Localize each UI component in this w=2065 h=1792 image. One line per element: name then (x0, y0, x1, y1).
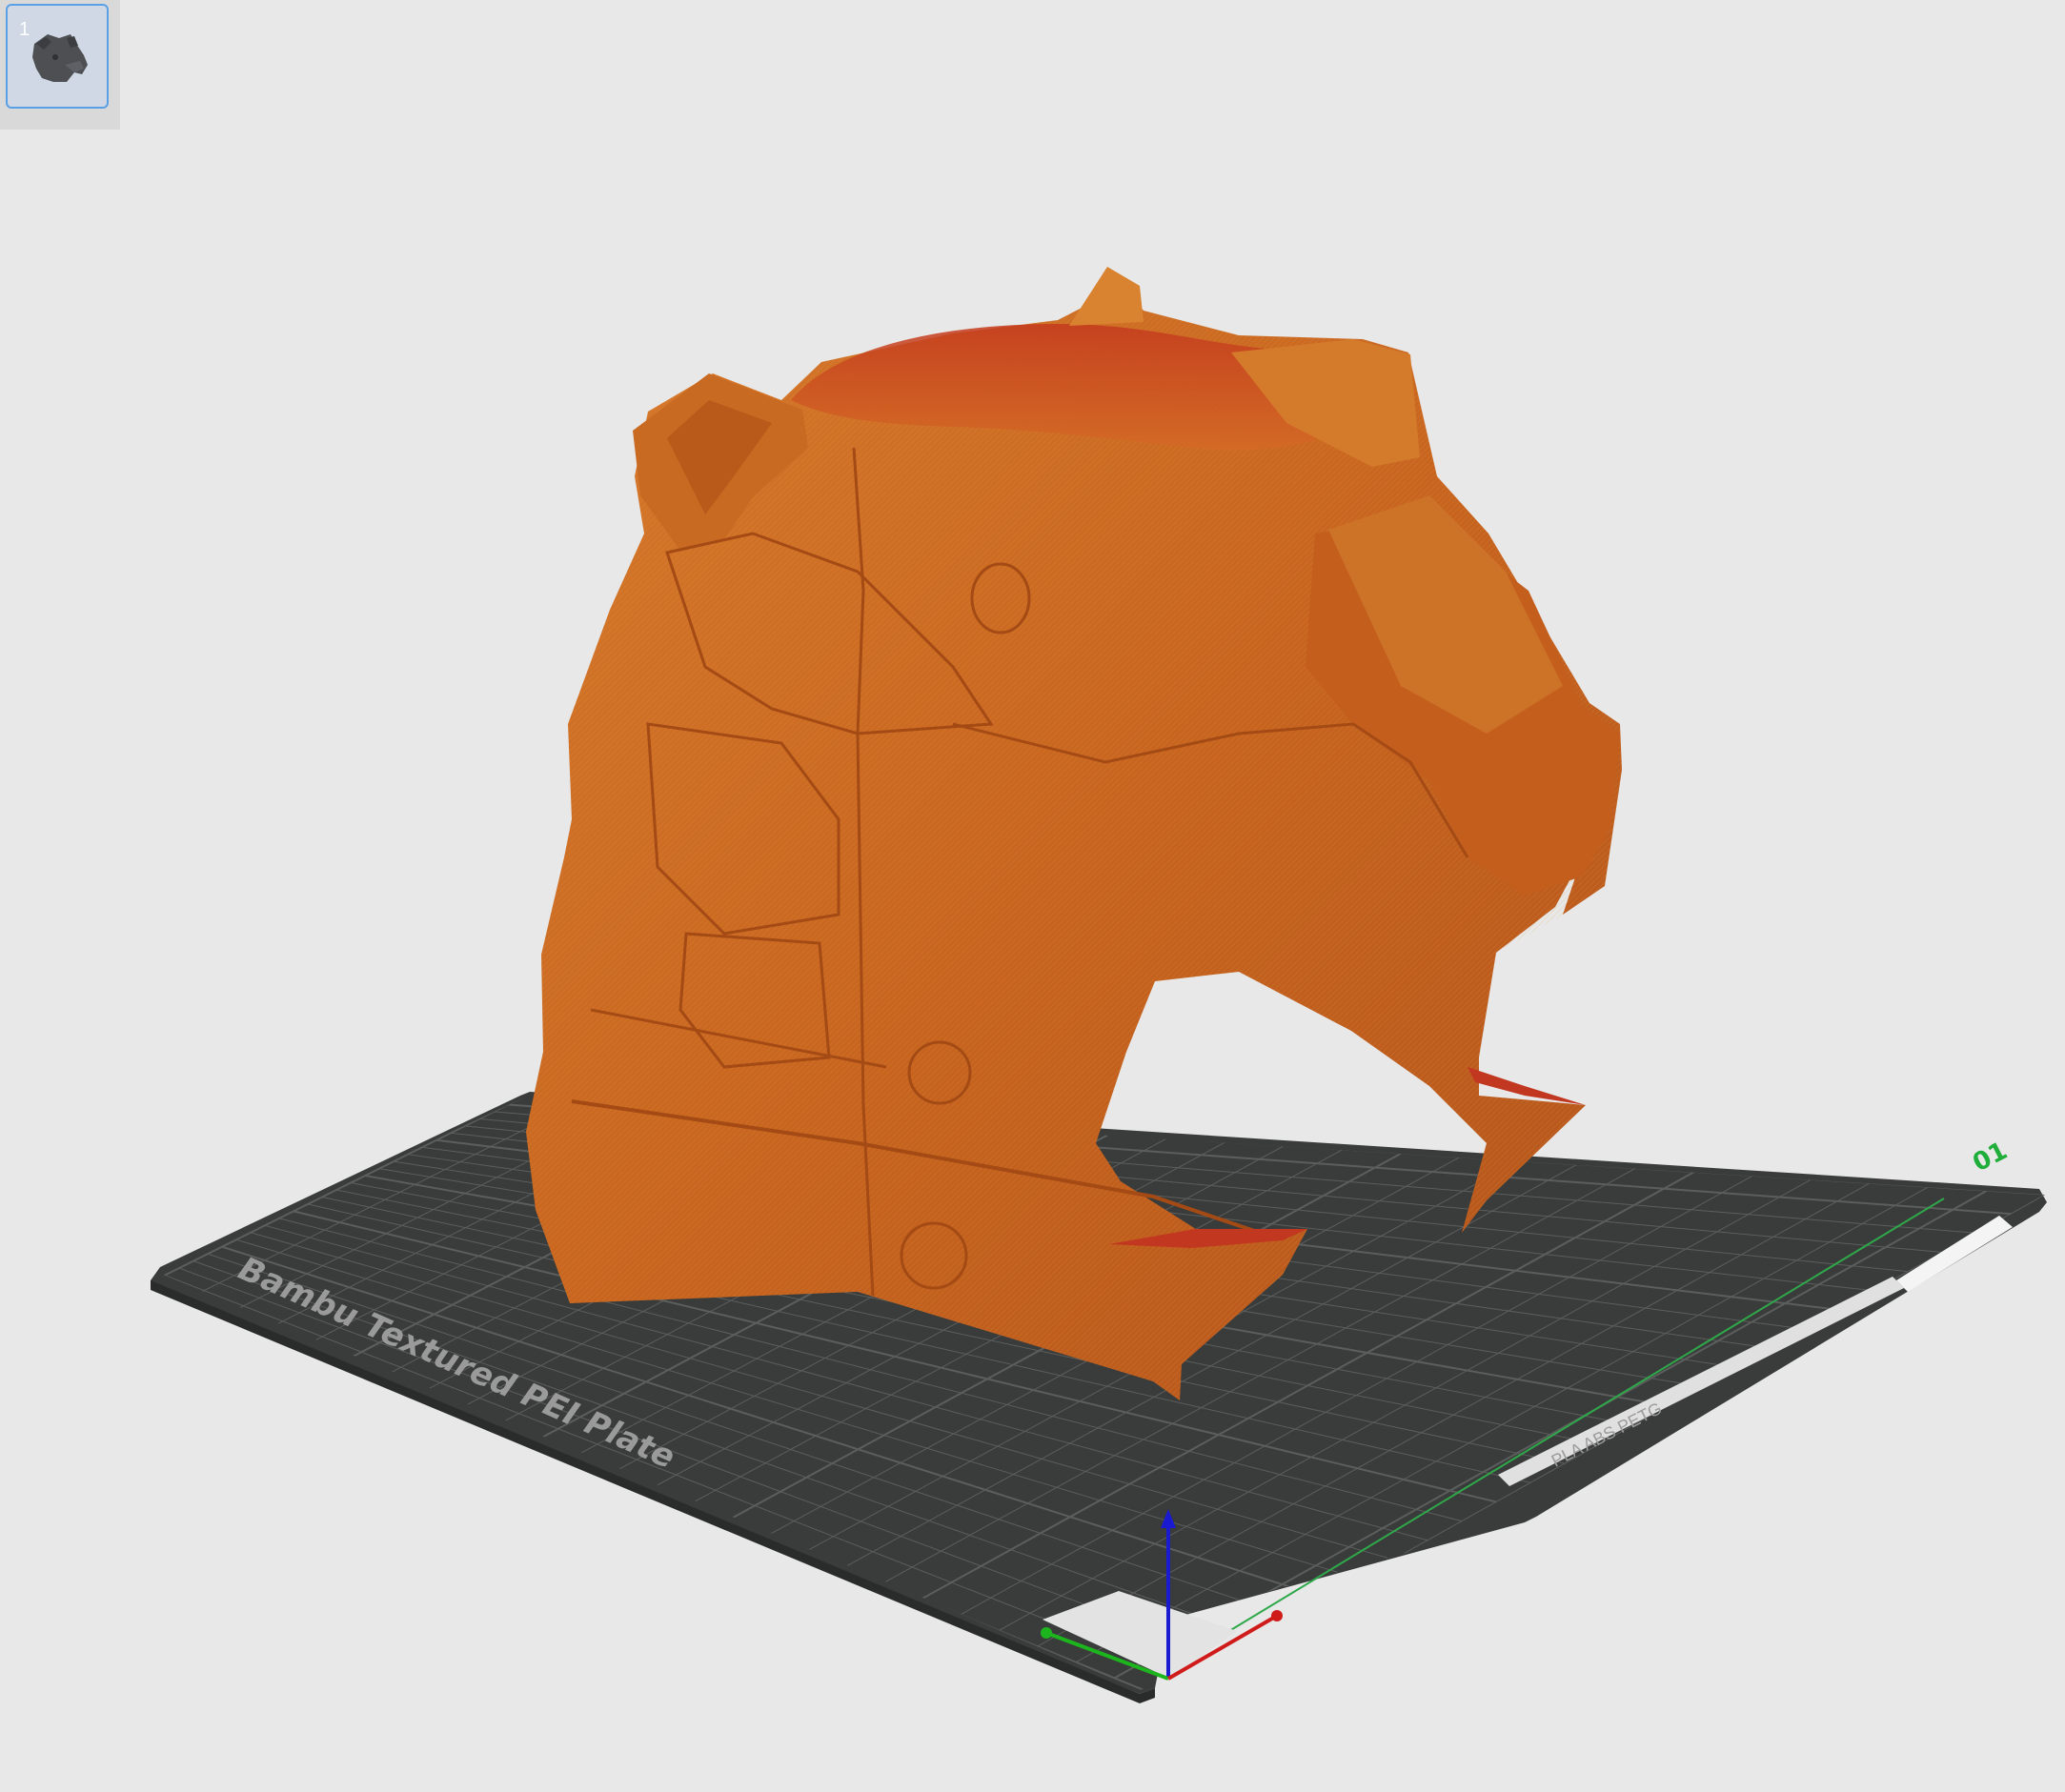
x-axis-tip (1271, 1610, 1283, 1621)
plate-list-panel: 1 (0, 0, 120, 130)
y-axis-tip (1041, 1627, 1052, 1639)
plate-number: 01 (1969, 1137, 2013, 1178)
model-crest (1069, 267, 1144, 326)
plate-thumbnail-1[interactable]: 1 (6, 4, 109, 109)
viewport-canvas[interactable]: PLA ABS PETG 01 Bambu Textured PEI Plate (0, 0, 2065, 1792)
3d-viewport[interactable]: PLA ABS PETG 01 Bambu Textured PEI Plate (0, 0, 2065, 1792)
plate-number-label: 1 (19, 19, 30, 40)
